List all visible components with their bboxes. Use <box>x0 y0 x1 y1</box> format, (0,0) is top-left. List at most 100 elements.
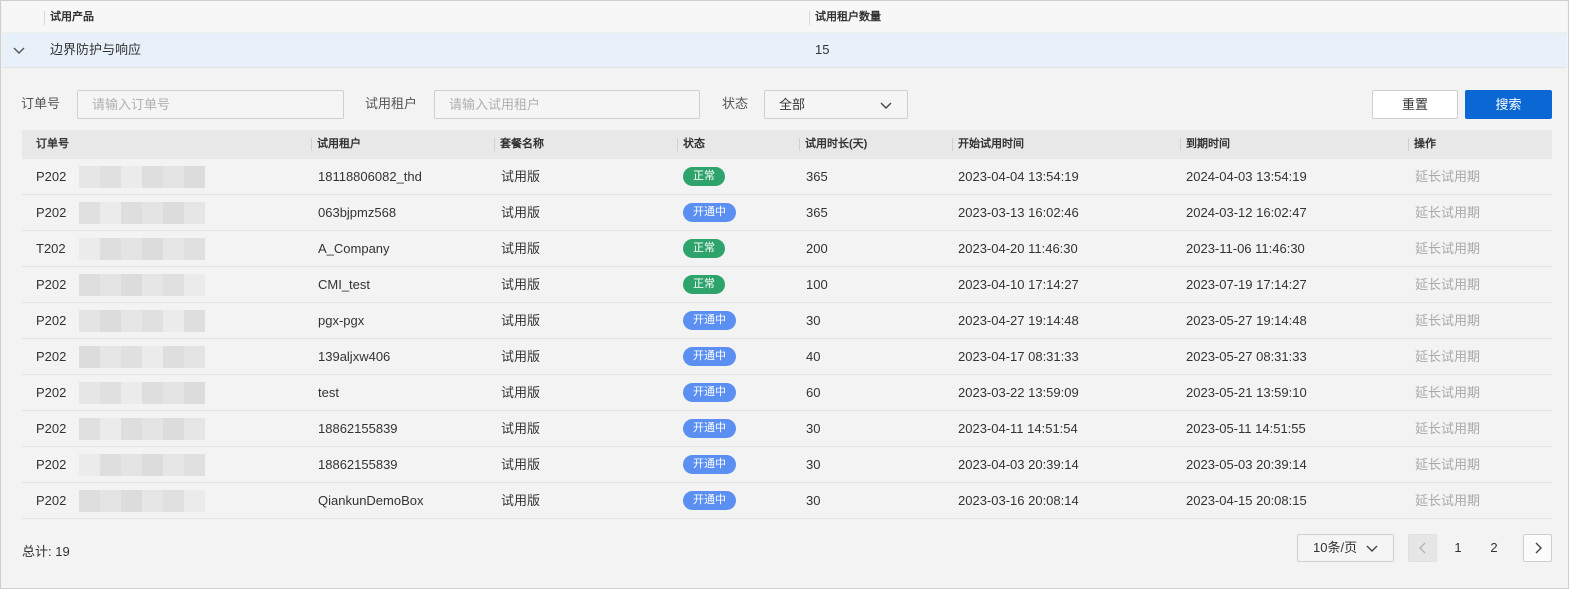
status-badge: 开通中 <box>683 455 736 475</box>
status-cell: 开通中 <box>683 195 736 230</box>
order-number: P202 <box>36 277 67 292</box>
end-time: 2023-05-27 19:14:48 <box>1186 313 1307 328</box>
column-header-start-time: 开始试用时间 <box>952 130 1024 159</box>
status-badge: 正常 <box>683 275 725 295</box>
status-select-value: 全部 <box>779 97 806 112</box>
product-table-header: 试用产品 试用租户数量 <box>2 2 1567 33</box>
chevron-down-icon[interactable] <box>12 43 26 57</box>
tenant-name: 139aljxw406 <box>318 349 391 364</box>
column-header-plan: 套餐名称 <box>494 130 544 159</box>
order-number: P202 <box>36 493 67 508</box>
end-time: 2023-05-21 13:59:10 <box>1186 385 1307 400</box>
plan-name: 试用版 <box>501 277 541 292</box>
extend-trial-link[interactable]: 延长试用期 <box>1415 375 1480 410</box>
end-time: 2023-05-03 20:39:14 <box>1186 457 1307 472</box>
plan-name: 试用版 <box>501 205 541 220</box>
page-number-2[interactable]: 2 <box>1484 534 1504 562</box>
column-header-duration: 试用时长(天) <box>799 130 867 159</box>
status-cell: 开通中 <box>683 483 736 518</box>
table-row: P202 139aljxw406 试用版 开通中 40 2023-04-17 08:31:… <box>22 339 1552 375</box>
status-cell: 正常 <box>683 159 725 194</box>
redacted-order-mask <box>79 490 205 512</box>
column-header-status: 状态 <box>677 130 705 159</box>
column-header-end-time: 到期时间 <box>1180 130 1230 159</box>
order-number-cell: P202 <box>36 339 205 374</box>
extend-trial-link[interactable]: 延长试用期 <box>1415 303 1480 338</box>
trial-duration: 365 <box>806 169 828 184</box>
page-frame: 试用产品 试用租户数量 边界防护与响应 15 订单号 试用租户 状态 全部 重置… <box>0 0 1569 589</box>
order-number-cell: P202 <box>36 483 205 518</box>
status-badge: 开通中 <box>683 203 736 223</box>
extend-trial-link[interactable]: 延长试用期 <box>1415 483 1480 518</box>
status-cell: 开通中 <box>683 411 736 446</box>
end-time: 2023-04-15 20:08:15 <box>1186 493 1307 508</box>
next-page-button[interactable] <box>1523 534 1552 562</box>
trial-duration: 30 <box>806 313 821 328</box>
table-row: P202 test 试用版 开通中 60 2023-03-22 13:59:09 2023-… <box>22 375 1552 411</box>
table-row: T202 A_Company 试用版 正常 200 2023-04-20 11:46:30… <box>22 231 1552 267</box>
order-number-cell: P202 <box>36 375 205 410</box>
order-number: P202 <box>36 169 67 184</box>
status-select[interactable]: 全部 <box>764 90 908 119</box>
tenant-search-input[interactable] <box>434 90 700 119</box>
table-header: 订单号 试用租户 套餐名称 状态 试用时长(天) 开始试用时间 到期时间 操作 <box>22 130 1552 159</box>
order-number-cell: T202 <box>36 231 205 266</box>
redacted-order-mask <box>79 382 205 404</box>
trial-duration: 40 <box>806 349 821 364</box>
extend-trial-link[interactable]: 延长试用期 <box>1415 267 1480 302</box>
order-number: P202 <box>36 349 67 364</box>
extend-trial-link[interactable]: 延长试用期 <box>1415 411 1480 446</box>
tenant-name: CMI_test <box>318 277 371 292</box>
extend-trial-link[interactable]: 延长试用期 <box>1415 447 1480 482</box>
start-time: 2023-03-22 13:59:09 <box>958 385 1079 400</box>
order-search-input[interactable] <box>77 90 344 119</box>
tenant-name: QiankunDemoBox <box>318 493 424 508</box>
extend-trial-link[interactable]: 延长试用期 <box>1415 195 1480 230</box>
start-time: 2023-04-03 20:39:14 <box>958 457 1079 472</box>
status-badge: 开通中 <box>683 383 736 403</box>
product-row[interactable]: 边界防护与响应 15 <box>2 33 1567 68</box>
page-size-select[interactable]: 10条/页 <box>1297 534 1394 562</box>
extend-trial-link[interactable]: 延长试用期 <box>1415 231 1480 266</box>
status-badge: 开通中 <box>683 347 736 367</box>
status-cell: 正常 <box>683 231 725 266</box>
extend-trial-link[interactable]: 延长试用期 <box>1415 339 1480 374</box>
status-cell: 开通中 <box>683 447 736 482</box>
status-cell: 开通中 <box>683 375 736 410</box>
prev-page-button[interactable] <box>1408 534 1437 562</box>
order-number-cell: P202 <box>36 411 205 446</box>
order-number-cell: P202 <box>36 303 205 338</box>
total-count: 总计: 19 <box>22 544 70 559</box>
redacted-order-mask <box>79 418 205 440</box>
end-time: 2023-05-27 08:31:33 <box>1186 349 1307 364</box>
status-cell: 开通中 <box>683 303 736 338</box>
search-button[interactable]: 搜索 <box>1465 90 1552 119</box>
redacted-order-mask <box>79 310 205 332</box>
status-badge: 开通中 <box>683 419 736 439</box>
column-header-action: 操作 <box>1408 130 1436 159</box>
trial-duration: 30 <box>806 493 821 508</box>
start-time: 2023-03-16 20:08:14 <box>958 493 1079 508</box>
chevron-right-icon <box>1535 542 1542 554</box>
tenant-name: 18862155839 <box>318 457 398 472</box>
order-number: P202 <box>36 205 67 220</box>
chevron-down-icon <box>1366 545 1378 552</box>
start-time: 2023-03-13 16:02:46 <box>958 205 1079 220</box>
extend-trial-link[interactable]: 延长试用期 <box>1415 159 1480 194</box>
end-time: 2023-11-06 11:46:30 <box>1186 241 1305 256</box>
table-row: P202 pgx-pgx 试用版 开通中 30 2023-04-27 19:14:48 20… <box>22 303 1552 339</box>
start-time: 2023-04-11 14:51:54 <box>958 421 1078 436</box>
trial-duration: 200 <box>806 241 828 256</box>
page-number-1[interactable]: 1 <box>1448 534 1468 562</box>
order-number-cell: P202 <box>36 267 205 302</box>
tenant-name: 063bjpmz568 <box>318 205 397 220</box>
redacted-order-mask <box>79 454 205 476</box>
trial-duration: 60 <box>806 385 821 400</box>
plan-name: 试用版 <box>501 241 541 256</box>
redacted-order-mask <box>79 238 205 260</box>
trial-duration: 30 <box>806 421 821 436</box>
redacted-order-mask <box>79 166 205 188</box>
plan-name: 试用版 <box>501 493 541 508</box>
start-time: 2023-04-10 17:14:27 <box>958 277 1079 292</box>
reset-button[interactable]: 重置 <box>1372 90 1458 119</box>
